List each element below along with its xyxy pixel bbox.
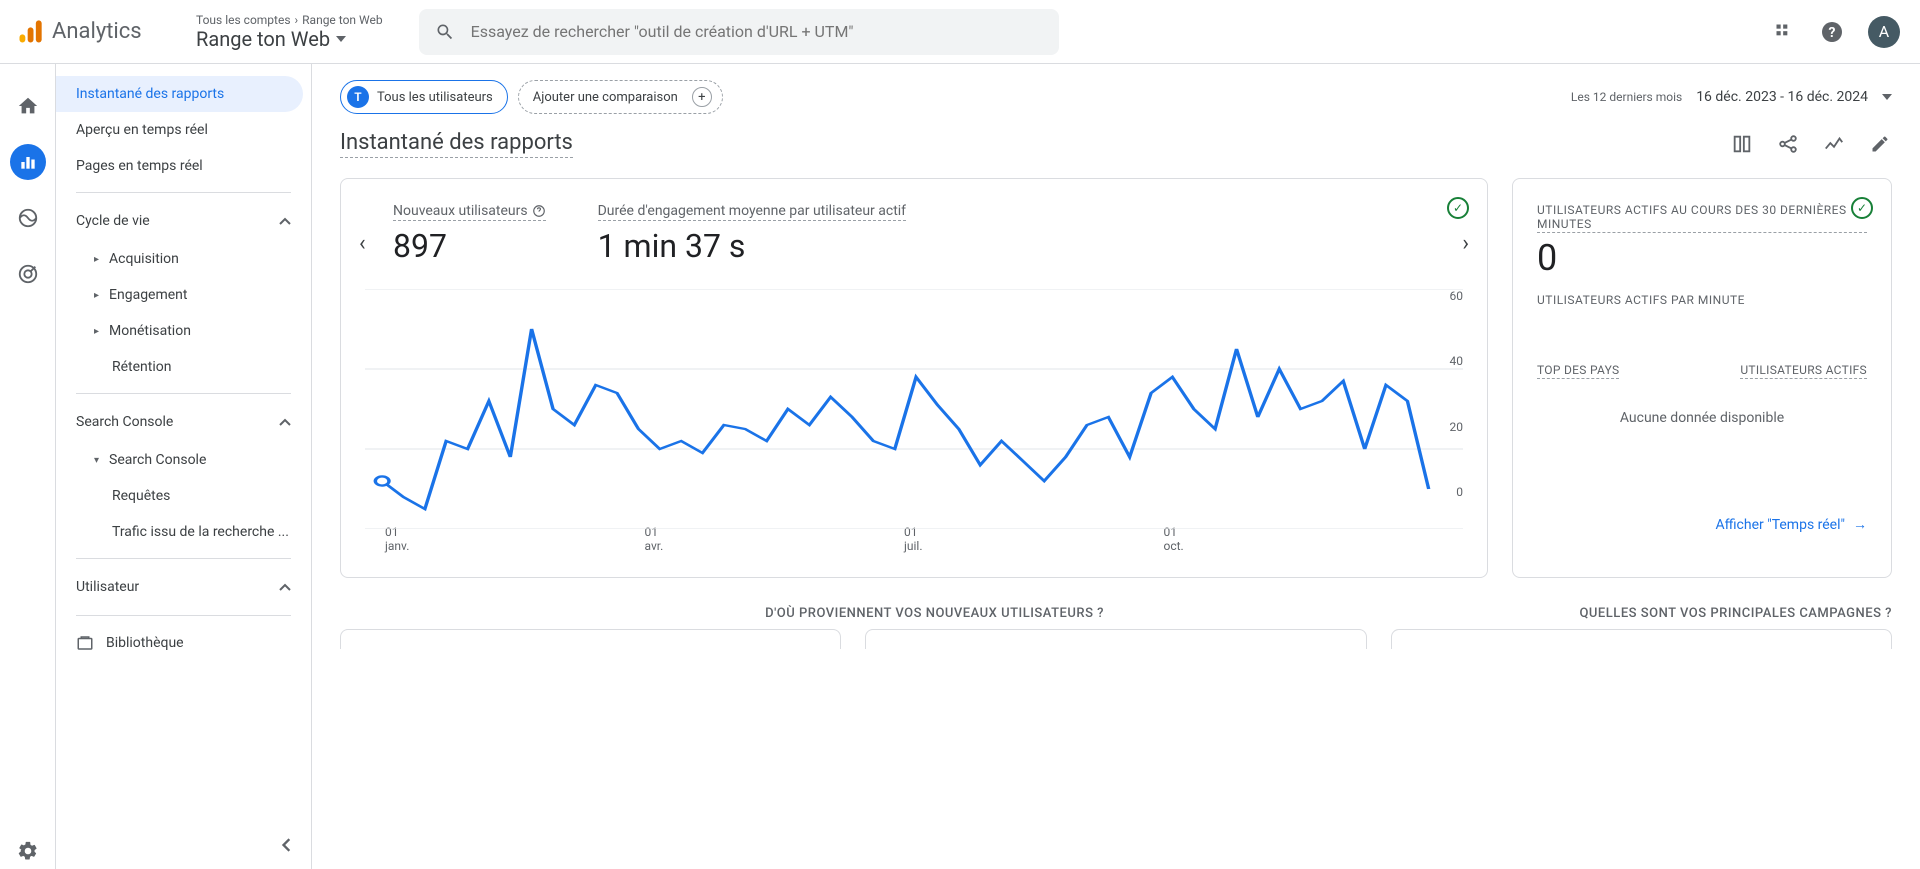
date-range-label: Les 12 derniers mois — [1571, 90, 1682, 104]
property-selector[interactable]: Tous les comptes › Range ton Web Range t… — [184, 9, 383, 55]
property-name: Range ton Web — [196, 27, 383, 51]
realtime-card: ✓ UTILISATEURS ACTIFS AU COURS DES 30 DE… — [1512, 178, 1892, 578]
x-axis: 01janv. 01avr. 01juil. 01oct. — [365, 525, 1463, 553]
insights-icon[interactable] — [1822, 132, 1846, 156]
edit-icon[interactable] — [1868, 132, 1892, 156]
header-actions: ? A — [1772, 16, 1900, 48]
sidebar-group-search-console[interactable]: Search Console — [56, 402, 311, 442]
breadcrumb: Tous les comptes › Range ton Web — [196, 13, 383, 27]
apps-icon[interactable] — [1772, 20, 1796, 44]
segment-chip-all-users[interactable]: T Tous les utilisateurs — [340, 80, 508, 114]
metric-new-users[interactable]: Nouveaux utilisateurs 897 — [393, 203, 546, 265]
y-axis: 60 40 20 0 — [1450, 289, 1464, 499]
sidebar-item-library[interactable]: Bibliothèque — [56, 624, 303, 662]
metrics-next-button[interactable]: › — [1462, 231, 1469, 256]
metric-value: 897 — [393, 227, 546, 265]
sidebar-item-monetization[interactable]: ▸Monétisation — [56, 313, 311, 349]
rail-admin-icon[interactable] — [10, 833, 46, 869]
share-icon[interactable] — [1776, 132, 1800, 156]
sidebar-collapse-button[interactable] — [275, 833, 299, 857]
add-comparison-chip[interactable]: Ajouter une comparaison + — [518, 80, 723, 114]
realtime-value: 0 — [1537, 237, 1867, 279]
timeseries-chart: 60 40 20 0 — [365, 289, 1463, 529]
plus-icon: + — [692, 87, 712, 107]
title-actions — [1730, 132, 1892, 156]
sidebar-item-queries[interactable]: Requêtes — [56, 478, 311, 514]
page-title: Instantané des rapports — [340, 130, 573, 158]
realtime-title: UTILISATEURS ACTIFS AU COURS DES 30 DERN… — [1537, 203, 1867, 233]
section-title-acquisition: D'OÙ PROVIENNENT VOS NOUVEAUX UTILISATEU… — [340, 606, 1104, 621]
date-range-picker[interactable]: Les 12 derniers mois 16 déc. 2023 - 16 d… — [1571, 89, 1892, 105]
caret-down-icon: ▾ — [94, 455, 99, 466]
metric-label: Durée d'engagement moyenne par utilisate… — [598, 203, 906, 221]
view-realtime-link[interactable]: Afficher "Temps réel" → — [1537, 516, 1867, 533]
customize-icon[interactable] — [1730, 132, 1754, 156]
search-input[interactable] — [471, 22, 1043, 41]
sidebar-item-acquisition[interactable]: ▸Acquisition — [56, 241, 311, 277]
svg-text:?: ? — [1829, 25, 1836, 41]
avatar[interactable]: A — [1868, 16, 1900, 48]
rail-explore-icon[interactable] — [10, 200, 46, 236]
chevron-right-icon: › — [295, 13, 299, 27]
logo-text: Analytics — [52, 19, 142, 44]
library-icon — [76, 634, 94, 652]
no-data-message: Aucune donnée disponible — [1537, 380, 1867, 456]
section-title-campaigns: QUELLES SONT VOS PRINCIPALES CAMPAGNES ? — [1128, 606, 1892, 621]
help-icon[interactable]: ? — [1820, 20, 1844, 44]
sidebar-item-retention[interactable]: Rétention — [56, 349, 311, 385]
sidebar-item-search-traffic[interactable]: Trafic issu de la recherche ... — [56, 514, 311, 550]
search-icon — [435, 22, 455, 42]
sidebar-item-realtime-pages[interactable]: Pages en temps réel — [56, 148, 303, 184]
sidebar-item-realtime-overview[interactable]: Aperçu en temps réel — [56, 112, 303, 148]
overview-card: ✓ ‹ Nouveaux utilisateurs 897 Durée d'en… — [340, 178, 1488, 578]
nav-rail — [0, 64, 56, 869]
card-placeholder — [340, 629, 841, 649]
date-range-value: 16 déc. 2023 - 16 déc. 2024 — [1696, 89, 1868, 105]
chevron-up-icon — [279, 217, 291, 225]
realtime-columns: TOP DES PAYS UTILISATEURS ACTIFS — [1537, 363, 1867, 380]
breadcrumb-accounts: Tous les comptes — [196, 13, 291, 27]
col-country: TOP DES PAYS — [1537, 363, 1619, 379]
rail-home-icon[interactable] — [10, 88, 46, 124]
main-content: T Tous les utilisateurs Ajouter une comp… — [312, 64, 1920, 869]
help-icon — [532, 204, 546, 218]
logo-area[interactable]: Analytics — [16, 18, 184, 46]
analytics-logo-icon — [16, 18, 44, 46]
caret-right-icon: ▸ — [94, 290, 99, 301]
caret-down-icon — [1882, 94, 1892, 100]
status-check-icon: ✓ — [1851, 197, 1873, 219]
col-active-users: UTILISATEURS ACTIFS — [1740, 363, 1867, 379]
sidebar-item-search-console-sub[interactable]: ▾Search Console — [56, 442, 311, 478]
card-placeholder — [1391, 629, 1892, 649]
rail-advertising-icon[interactable] — [10, 256, 46, 292]
app-header: Analytics Tous les comptes › Range ton W… — [0, 0, 1920, 64]
card-placeholder — [865, 629, 1366, 649]
sidebar-group-user[interactable]: Utilisateur — [56, 567, 311, 607]
segment-badge: T — [347, 86, 369, 108]
caret-down-icon — [336, 36, 346, 42]
sidebar-group-lifecycle[interactable]: Cycle de vie — [56, 201, 311, 241]
sidebar-item-snapshot[interactable]: Instantané des rapports — [56, 76, 303, 112]
metric-value: 1 min 37 s — [598, 227, 906, 265]
search-box[interactable] — [419, 9, 1059, 55]
rail-reports-icon[interactable] — [10, 144, 46, 180]
arrow-right-icon: → — [1853, 516, 1867, 533]
caret-right-icon: ▸ — [94, 326, 99, 337]
sidebar: Instantané des rapports Aperçu en temps … — [56, 64, 312, 869]
sidebar-item-engagement[interactable]: ▸Engagement — [56, 277, 311, 313]
metric-avg-engagement[interactable]: Durée d'engagement moyenne par utilisate… — [598, 203, 906, 265]
realtime-subtitle: UTILISATEURS ACTIFS PAR MINUTE — [1537, 293, 1867, 307]
chevron-up-icon — [279, 583, 291, 591]
caret-right-icon: ▸ — [94, 254, 99, 265]
breadcrumb-property: Range ton Web — [302, 13, 382, 27]
metrics-prev-button[interactable]: ‹ — [359, 231, 366, 256]
chevron-up-icon — [279, 418, 291, 426]
metric-label: Nouveaux utilisateurs — [393, 203, 546, 221]
toolbar: T Tous les utilisateurs Ajouter une comp… — [340, 64, 1892, 122]
